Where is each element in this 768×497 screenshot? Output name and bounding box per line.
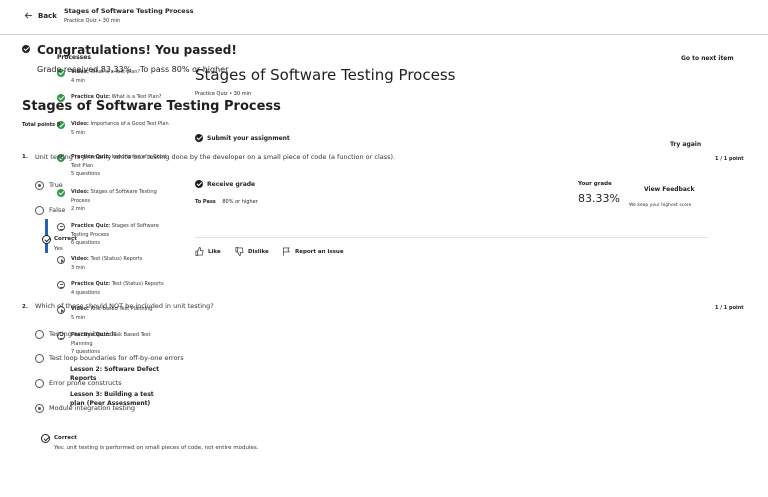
question-points: 1 / 1 point (715, 156, 744, 162)
report-issue-label: Report an issue (295, 248, 344, 255)
sidebar-item-meta: 2 min (71, 206, 86, 212)
like-button[interactable]: Like (195, 247, 221, 256)
sidebar-item-type: Practice Quiz: (71, 223, 111, 229)
try-again-button[interactable]: Try again (670, 141, 701, 148)
question-number: 1. (22, 154, 28, 160)
quiz-title: Stages of Software Testing Process (22, 99, 281, 114)
total-points: Total points 5 (22, 122, 61, 128)
quiz-icon (57, 281, 65, 289)
back-label: Back (38, 11, 57, 20)
passed-title: Congratulations! You passed! (37, 43, 237, 57)
divider (195, 237, 708, 238)
go-to-next-item-button[interactable]: Go to next item (681, 55, 734, 62)
option-label: False (49, 206, 66, 214)
sidebar-item-type: Video: (71, 121, 89, 127)
quiz-icon (57, 223, 65, 231)
submit-label: Submit your assignment (207, 134, 290, 142)
your-grade-label: Your grade (578, 181, 612, 187)
receive-grade-label: Receive grade (207, 180, 256, 188)
sidebar-item[interactable]: Video: Importance of a Good Test Plan 5 m… (71, 120, 171, 137)
check-circle-icon (195, 180, 203, 188)
passed-banner (22, 45, 30, 53)
feedback-title: Correct (54, 435, 77, 441)
sidebar-item-label: Test (Status) Reports (88, 256, 143, 262)
sidebar-item-type: Practice Quiz: (71, 281, 111, 287)
sidebar-item[interactable]: Video: Stages of Software Testing Proces… (71, 188, 171, 214)
back-button[interactable]: Back (24, 11, 57, 20)
question-text: Which of these should NOT be included in… (35, 302, 214, 310)
radio-option-true[interactable] (35, 181, 44, 190)
option-label: True (49, 181, 63, 189)
view-feedback-button[interactable]: View Feedback (644, 186, 694, 193)
radio-option[interactable] (35, 330, 44, 339)
grade-received-text: Grade received 83.33% (37, 65, 132, 74)
sidebar-item-meta: 4 min (71, 77, 86, 84)
check-circle-icon (57, 189, 65, 197)
sidebar-item-meta: 5 min (71, 314, 86, 321)
dislike-button[interactable]: Dislike (235, 247, 269, 256)
check-circle-outline-icon (42, 235, 51, 244)
grade-received: Grade received 83.33% To pass 80% or hig… (37, 65, 228, 74)
sidebar-item-meta: 3 min (71, 264, 86, 271)
keep-highest-note: We keep your highest score (629, 203, 692, 208)
option-label: Test loop boundaries for off-by-one erro… (49, 354, 184, 362)
feedback-text: Yes (54, 246, 63, 252)
sidebar-item-meta: 5 min (71, 129, 86, 136)
sidebar-item[interactable]: Practice Quiz: Stages of Software Testin… (71, 222, 171, 248)
radio-option[interactable] (35, 404, 44, 413)
thumbs-down-icon (235, 247, 244, 256)
page-title: Stages of Software Testing Process (195, 66, 456, 84)
dislike-label: Dislike (248, 248, 269, 255)
sidebar-item-label: Test (Status) Reports (110, 281, 164, 287)
question-number: 2. (22, 304, 28, 310)
check-circle-outline-icon (41, 434, 50, 443)
to-pass-row: To Pass 80% or higher (195, 199, 258, 205)
to-pass-value: 80% or higher (222, 199, 258, 205)
feedback-title: Correct (54, 236, 77, 242)
question-points: 1 / 1 point (715, 305, 744, 311)
your-grade-value: 83.33% (578, 192, 620, 205)
play-circle-icon (57, 256, 65, 264)
sidebar-item[interactable]: Practice Quiz: Test (Status) Reports 4 qu… (71, 280, 171, 297)
pass-threshold-text: To pass 80% or higher (139, 65, 229, 74)
header-subtitle: Practice Quiz • 30 min (64, 18, 121, 24)
feedback-text: Yes: unit testing is performed on small … (54, 445, 259, 451)
radio-option[interactable] (35, 379, 44, 388)
flag-icon (283, 247, 290, 256)
radio-option-false[interactable] (35, 206, 44, 215)
sidebar-item-type: Video: (71, 256, 89, 262)
option-label: Module integration testing (49, 404, 136, 412)
check-circle-icon (195, 134, 203, 142)
header-title: Stages of Software Testing Process (64, 7, 194, 15)
option-label: Error prone constructs (49, 379, 122, 387)
sidebar-item-meta: 4 questions (71, 289, 100, 296)
like-label: Like (208, 248, 221, 255)
page-subtitle: Practice Quiz • 30 min (195, 91, 252, 97)
to-pass-label: To Pass (195, 199, 216, 205)
receive-grade-section: Receive grade (195, 180, 255, 188)
sidebar-item-type: Video: (71, 189, 89, 195)
sidebar-item-label: Importance of a Good Test Plan (88, 121, 169, 127)
radio-option[interactable] (35, 354, 44, 363)
arrow-left-icon (24, 12, 33, 19)
question-text: Unit testing is primarily white box test… (35, 153, 396, 161)
report-issue-button[interactable]: Report an issue (282, 247, 344, 256)
sidebar-item-meta: 5 questions (71, 171, 100, 177)
sidebar-item[interactable]: Video: Test (Status) Reports 3 min (71, 255, 171, 272)
option-label: Testing array bounds (49, 330, 117, 338)
thumbs-up-icon (195, 247, 204, 256)
submit-section: Submit your assignment (195, 134, 290, 142)
check-circle-icon (22, 45, 30, 53)
